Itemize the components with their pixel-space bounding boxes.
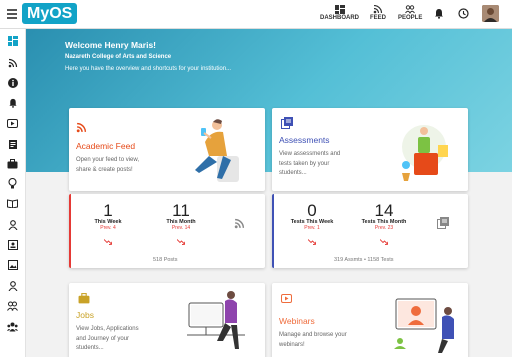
rss-icon (234, 218, 245, 229)
bell-icon[interactable] (434, 8, 444, 19)
webinars-card[interactable]: Webinars Manage and browse your webinars… (272, 283, 468, 357)
sidebar-item-assessments[interactable] (7, 138, 18, 149)
person-icon (8, 219, 17, 230)
user-avatar[interactable] (482, 5, 499, 22)
sidebar-item-jobs[interactable] (7, 158, 18, 169)
trending-down-icon (177, 239, 185, 245)
sidebar-item-videos[interactable] (7, 118, 18, 129)
academic-feed-card[interactable]: Academic Feed Open your feed to view, sh… (69, 108, 265, 191)
community-icon (7, 322, 18, 331)
welcome-heading: Welcome Henry Maris! (65, 40, 157, 50)
tests-stats-card[interactable]: 0 Tests This Week Prev. 1 14 Tests This … (272, 194, 468, 268)
posts-month-value: 11 (172, 201, 190, 220)
main-content: Welcome Henry Maris! Nazareth College of… (26, 29, 512, 357)
jobs-desc-line1: View Jobs, Applications (76, 326, 139, 332)
menu-icon[interactable] (7, 9, 17, 19)
sidebar-item-id-card[interactable] (7, 239, 18, 250)
tests-month-prev: Prev. 23 (374, 225, 394, 231)
welcome-subtitle: Here you have the overview and shortcuts… (65, 66, 232, 72)
sidebar-item-groups[interactable] (7, 300, 18, 311)
posts-week-value: 1 (103, 201, 113, 220)
institution-name: Nazareth College of Arts and Science (65, 54, 172, 60)
nav-feed[interactable]: FEED (370, 5, 386, 21)
academic-feed-desc-line1: Open your feed to view, (76, 157, 140, 163)
badge-icon (7, 239, 18, 250)
assessments-card[interactable]: Assessments View assessments and tests t… (272, 108, 468, 191)
library-books-icon (437, 217, 449, 229)
nav-feed-label: FEED (370, 15, 387, 21)
nav-people-label: PEOPLE (398, 15, 423, 21)
nav-dashboard-label: DASHBOARD (320, 15, 359, 21)
clock-icon[interactable] (458, 8, 469, 19)
academic-feed-title: Academic Feed (76, 141, 136, 151)
feed-illustration (195, 119, 239, 182)
sidebar-item-profile[interactable] (7, 219, 18, 230)
sidebar (0, 29, 26, 357)
rss-icon (76, 122, 87, 133)
assignment-icon (8, 139, 17, 149)
assessments-desc-line1: View assessments and (279, 151, 341, 157)
academic-feed-desc-line2: share & create posts! (76, 166, 133, 173)
assessments-title: Assessments (279, 135, 330, 145)
sidebar-item-info[interactable] (7, 77, 18, 88)
jobs-illustration (187, 291, 245, 349)
dashboard-icon (7, 35, 18, 46)
jobs-title: Jobs (76, 310, 94, 320)
person-icon (8, 280, 17, 291)
book-icon (7, 199, 18, 208)
people-icon (405, 5, 416, 14)
trending-down-icon (104, 239, 112, 245)
image-icon (7, 259, 18, 270)
sidebar-item-gallery[interactable] (7, 259, 18, 270)
dashboard-icon (334, 5, 345, 14)
jobs-desc-line3: students... (76, 345, 104, 352)
group-icon (7, 301, 18, 311)
posts-stats-card[interactable]: 1 This Week Prev. 4 11 This Month Prev. … (69, 194, 265, 268)
assessments-desc-line2: tests taken by your (279, 160, 330, 167)
sidebar-item-library[interactable] (7, 198, 18, 209)
jobs-desc-line2: and Journey of your (76, 335, 130, 342)
lightbulb-icon (8, 178, 17, 189)
video-icon (281, 294, 292, 303)
tests-month-value: 14 (374, 201, 394, 220)
trending-down-icon (308, 239, 316, 245)
bell-icon (8, 98, 17, 108)
tests-week-prev: Prev. 1 (304, 225, 320, 231)
assessments-desc-line3: students... (279, 170, 307, 177)
info-icon (7, 77, 18, 88)
sidebar-item-ideas[interactable] (7, 178, 18, 189)
sidebar-item-community[interactable] (7, 321, 18, 332)
jobs-card[interactable]: Jobs View Jobs, Applications and Journey… (69, 283, 265, 357)
video-icon (7, 119, 18, 128)
app-logo[interactable]: MyOS (22, 3, 78, 24)
tests-total: 319 Assmts • 1158 Tests (334, 257, 394, 263)
webinars-desc-line2: webinars! (279, 341, 305, 348)
rss-icon (373, 5, 383, 14)
briefcase-icon (7, 158, 18, 168)
webinars-illustration (394, 298, 454, 353)
webinars-title: Webinars (279, 316, 315, 326)
posts-total: 518 Posts (153, 257, 178, 263)
sidebar-item-notifications[interactable] (7, 97, 18, 108)
nav-dashboard[interactable]: DASHBOARD (320, 5, 359, 21)
trending-down-icon (380, 239, 388, 245)
posts-week-prev: Prev. 4 (100, 225, 116, 231)
sidebar-item-feed[interactable] (7, 57, 18, 68)
tests-week-value: 0 (307, 201, 317, 220)
sidebar-item-account[interactable] (7, 280, 18, 291)
webinars-desc-line1: Manage and browse your (279, 332, 347, 338)
assessments-illustration (402, 125, 448, 181)
rss-icon (8, 58, 17, 67)
top-bar: MyOS DASHBOARD FEED PEOPLE (0, 0, 512, 29)
nav-people[interactable]: PEOPLE (398, 5, 422, 21)
briefcase-icon (78, 293, 90, 304)
sidebar-item-dashboard[interactable] (7, 35, 18, 46)
posts-month-prev: Prev. 14 (171, 225, 191, 231)
library-books-icon (281, 117, 293, 129)
